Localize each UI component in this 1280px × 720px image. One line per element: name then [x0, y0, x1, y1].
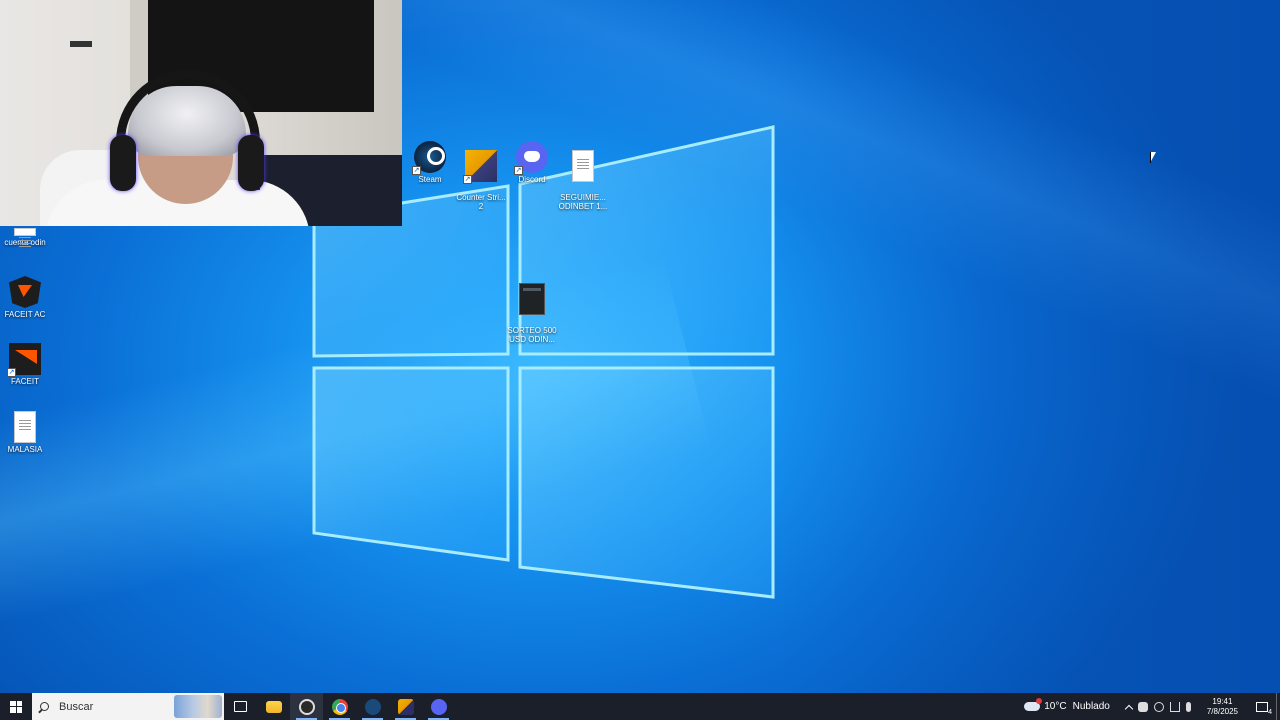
weather-widget[interactable]: 10°C Nublado: [1024, 698, 1120, 712]
chrome-icon: [331, 698, 348, 715]
desktop-icon-label: Counter Stri... 2: [456, 193, 506, 211]
desktop-icon-counter-strike[interactable]: ↗ Counter Stri... 2: [453, 141, 509, 211]
desktop-icon-label: Steam: [418, 175, 442, 184]
steam-icon: [364, 698, 381, 715]
task-view-button[interactable]: [224, 693, 257, 720]
show-desktop-button[interactable]: [1276, 693, 1280, 720]
taskbar: Buscar 10°C Nublado 19:41 7/8/2025 4: [0, 693, 1280, 720]
system-tray: [1120, 701, 1197, 713]
desktop-icon-label: Discord: [518, 175, 546, 184]
faceit-ac-icon: [9, 276, 41, 308]
desktop-icon-seguimiento[interactable]: SEGUIMIE... ODINBET 1...: [555, 141, 611, 211]
mouse-cursor-icon: [1150, 152, 1156, 163]
discord-icon: [430, 698, 447, 715]
taskbar-steam[interactable]: [356, 693, 389, 720]
taskbar-file-explorer[interactable]: [257, 693, 290, 720]
taskbar-obs[interactable]: [290, 693, 323, 720]
search-icon: [40, 702, 49, 711]
taskbar-chrome[interactable]: [323, 693, 356, 720]
file-explorer-icon: [265, 700, 282, 713]
webcam-overlay: [0, 0, 402, 226]
desktop-icon-label: SEGUIMIE... ODINBET 1...: [558, 193, 608, 211]
notification-icon: [1256, 701, 1268, 712]
desktop-icon-label: SORTEO 500 USD ODIN...: [507, 326, 557, 344]
weather-condition: Nublado: [1072, 701, 1110, 712]
steam-icon: ↗: [412, 141, 446, 175]
action-center-button[interactable]: 4: [1248, 693, 1276, 720]
document-icon: [14, 411, 36, 443]
search-highlight-image: [174, 695, 222, 718]
taskbar-counter-strike[interactable]: [389, 693, 422, 720]
start-button[interactable]: [0, 693, 32, 720]
chevron-up-icon[interactable]: [1124, 704, 1134, 713]
faceit-icon: ↗: [7, 343, 41, 377]
microphone-icon[interactable]: [1185, 701, 1191, 712]
clock-time: 19:41: [1212, 696, 1233, 706]
desktop-icon-sorteo[interactable]: SORTEO 500 USD ODIN...: [504, 274, 560, 344]
cloud-weather-icon: [1024, 698, 1043, 711]
desktop-icon-faceit-ac[interactable]: FACEIT AC: [0, 276, 53, 319]
desktop-icon-label: FACEIT AC: [4, 310, 46, 319]
desktop-icon-faceit[interactable]: ↗ FACEIT: [0, 343, 53, 386]
executable-icon: [519, 283, 545, 315]
notification-count: 4: [1268, 709, 1272, 716]
desktop-icon-cuenta-odin[interactable]: cuenta odin: [0, 228, 53, 249]
obs-icon: [298, 698, 315, 715]
desktop-icon-discord[interactable]: ↗ Discord: [504, 141, 560, 184]
document-icon: [14, 228, 36, 249]
desktop-icon-steam[interactable]: ↗ Steam: [402, 141, 458, 184]
clock-date: 7/8/2025: [1206, 706, 1238, 716]
taskbar-discord[interactable]: [422, 693, 455, 720]
desktop-icon-label: MALASIA: [7, 445, 43, 454]
desktop-icon-label: FACEIT: [10, 377, 39, 386]
discord-icon: ↗: [514, 141, 548, 175]
security-icon[interactable]: [1153, 701, 1164, 712]
windows-start-icon: [10, 700, 22, 713]
counter-strike-icon: ↗: [463, 150, 497, 184]
task-view-icon: [234, 701, 247, 712]
controller-icon[interactable]: [1137, 701, 1148, 712]
weather-temp: 10°C: [1044, 701, 1067, 712]
document-icon: [572, 150, 594, 182]
desktop-icon-malasia[interactable]: MALASIA: [0, 411, 53, 454]
network-icon[interactable]: [1169, 701, 1180, 712]
taskbar-clock[interactable]: 19:41 7/8/2025: [1197, 697, 1248, 717]
search-placeholder: Buscar: [59, 700, 94, 713]
wallpaper-shade: [780, 0, 1280, 693]
taskbar-search-box[interactable]: Buscar: [32, 693, 224, 720]
counter-strike-icon: [397, 698, 414, 715]
